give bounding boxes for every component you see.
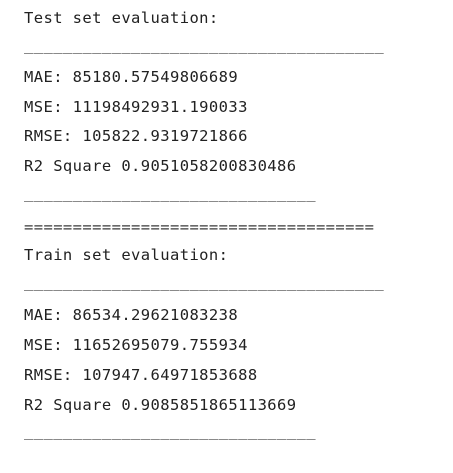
test-mae: MAE: 85180.57549806689 (24, 68, 239, 86)
train-separator-top: _____________________________________ (24, 273, 385, 291)
test-r2-square: R2 Square 0.9051058200830486 (24, 157, 297, 175)
train-set-heading: Train set evaluation: (24, 246, 229, 264)
test-set-heading: Test set evaluation: (24, 9, 219, 27)
test-rmse: RMSE: 105822.9319721866 (24, 127, 248, 145)
train-mse: MSE: 11652695079.755934 (24, 336, 248, 354)
sets-divider: ==================================== (24, 218, 375, 236)
train-separator-bottom: ______________________________ (24, 422, 316, 440)
test-mse: MSE: 11198492931.190033 (24, 98, 248, 116)
test-separator-bottom: ______________________________ (24, 184, 316, 202)
train-mae: MAE: 86534.29621083238 (24, 306, 239, 324)
train-rmse: RMSE: 107947.64971853688 (24, 366, 258, 384)
test-separator-top: _____________________________________ (24, 36, 385, 54)
